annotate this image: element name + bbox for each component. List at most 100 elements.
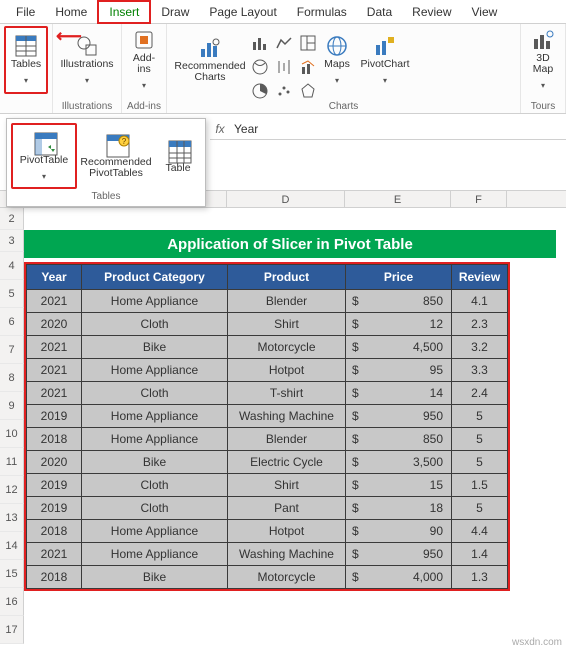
table-row[interactable]: 2018Home ApplianceBlender$8505	[27, 428, 508, 451]
row-header[interactable]: 15	[0, 560, 24, 588]
recommended-pivot-label: Recommended PivotTables	[80, 157, 151, 179]
radar-chart-icon[interactable]	[299, 82, 317, 100]
table-row[interactable]: 2019Home ApplianceWashing Machine$9505	[27, 405, 508, 428]
table-row[interactable]: 2020BikeElectric Cycle$3,5005	[27, 451, 508, 474]
group-tables: Tables	[0, 24, 53, 113]
row-header[interactable]: 2	[0, 208, 24, 230]
group-tours: 3D Map Tours	[521, 24, 566, 113]
fx-icon[interactable]: fx	[210, 122, 230, 136]
row-header[interactable]: 4	[0, 252, 24, 280]
recommended-pivottables-button[interactable]: ? Recommended PivotTables	[77, 123, 155, 189]
plain-table-icon	[167, 139, 189, 161]
ribbon-tabs: File Home Insert Draw Page Layout Formul…	[0, 0, 566, 24]
chevron-down-icon	[335, 72, 339, 86]
row-headers: 234567891011121314151617	[0, 208, 24, 644]
group-addins-label: Add-ins	[127, 100, 161, 113]
pivottable-icon	[33, 131, 55, 153]
table-row[interactable]: 2021Home ApplianceBlender$8504.1	[27, 290, 508, 313]
tables-dropdown-group-label: Tables	[11, 189, 201, 202]
maps-label: Maps	[324, 59, 350, 70]
pie-chart-icon[interactable]	[251, 82, 269, 100]
row-header[interactable]: 6	[0, 308, 24, 336]
row-header[interactable]: 3	[0, 230, 24, 252]
column-header[interactable]: Review	[452, 265, 508, 290]
row-header[interactable]: 13	[0, 504, 24, 532]
tables-button[interactable]: Tables	[4, 26, 48, 94]
column-header[interactable]: Year	[27, 265, 82, 290]
page-title: Application of Slicer in Pivot Table	[24, 230, 556, 258]
table-row[interactable]: 2021ClothT-shirt$142.4	[27, 382, 508, 405]
column-chart-icon[interactable]	[251, 34, 269, 52]
row-header[interactable]: 9	[0, 392, 24, 420]
row-header[interactable]: 11	[0, 448, 24, 476]
group-charts-label: Charts	[329, 100, 358, 113]
treemap-icon[interactable]	[299, 34, 317, 52]
group-tables-label	[25, 100, 28, 113]
tab-review[interactable]: Review	[402, 2, 461, 22]
3dmap-button[interactable]: 3D Map	[525, 26, 561, 94]
tab-view[interactable]: View	[462, 2, 508, 22]
tab-data[interactable]: Data	[357, 2, 402, 22]
row-header[interactable]: 16	[0, 588, 24, 616]
table-row[interactable]: 2019ClothPant$185	[27, 497, 508, 520]
pivottable-label: PivotTable	[20, 155, 68, 166]
chart-icon	[199, 37, 221, 59]
pivotchart-icon	[374, 35, 396, 57]
table-row[interactable]: 2021Home ApplianceWashing Machine$9501.4	[27, 543, 508, 566]
pivotchart-button[interactable]: PivotChart	[357, 26, 413, 94]
table-button[interactable]: Table	[155, 123, 201, 189]
illustrations-label: Illustrations	[60, 59, 113, 70]
tables-dropdown: PivotTable ? Recommended PivotTables Tab…	[6, 118, 206, 207]
tab-home[interactable]: Home	[45, 2, 97, 22]
tab-formulas[interactable]: Formulas	[287, 2, 357, 22]
tab-file[interactable]: File	[6, 2, 45, 22]
chevron-down-icon	[42, 168, 46, 182]
addins-icon	[133, 29, 155, 51]
map-chart-icon[interactable]	[251, 58, 269, 76]
chevron-down-icon	[383, 72, 387, 86]
chevron-down-icon	[541, 77, 545, 91]
tab-page-layout[interactable]: Page Layout	[199, 2, 286, 22]
table-row[interactable]: 2019ClothShirt$151.5	[27, 474, 508, 497]
tab-draw[interactable]: Draw	[151, 2, 199, 22]
3dmap-label: 3D Map	[533, 53, 553, 75]
table-row[interactable]: 2018BikeMotorcycle$4,0001.3	[27, 566, 508, 589]
tab-insert[interactable]: Insert	[97, 0, 151, 24]
group-addins: Add- ins Add-ins	[122, 24, 167, 113]
row-header[interactable]: 14	[0, 532, 24, 560]
col-f[interactable]: F	[451, 191, 507, 207]
chevron-down-icon	[24, 72, 28, 86]
table-row[interactable]: 2021Home ApplianceHotpot$953.3	[27, 359, 508, 382]
table-row[interactable]: 2018Home ApplianceHotpot$904.4	[27, 520, 508, 543]
scatter-chart-icon[interactable]	[275, 82, 293, 100]
svg-text:?: ?	[122, 137, 127, 146]
row-header[interactable]: 10	[0, 420, 24, 448]
row-header[interactable]: 17	[0, 616, 24, 644]
column-header[interactable]: Price	[346, 265, 452, 290]
pivotchart-label: PivotChart	[360, 59, 409, 70]
globe-icon	[326, 35, 348, 57]
line-chart-icon[interactable]	[275, 34, 293, 52]
col-d[interactable]: D	[227, 191, 345, 207]
illustrations-button[interactable]: Illustrations	[57, 26, 117, 94]
table-row[interactable]: 2020ClothShirt$122.3	[27, 313, 508, 336]
stock-chart-icon[interactable]	[275, 58, 293, 76]
column-header[interactable]: Product Category	[82, 265, 228, 290]
row-header[interactable]: 7	[0, 336, 24, 364]
pivottable-button[interactable]: PivotTable	[11, 123, 77, 189]
column-header[interactable]: Product	[228, 265, 346, 290]
row-header[interactable]: 12	[0, 476, 24, 504]
row-header[interactable]: 8	[0, 364, 24, 392]
chevron-down-icon	[85, 72, 89, 86]
shapes-icon	[76, 35, 98, 57]
formula-value[interactable]: Year	[230, 122, 566, 136]
addins-button[interactable]: Add- ins	[126, 26, 162, 94]
maps-button[interactable]: Maps	[319, 26, 355, 94]
addins-label: Add- ins	[133, 53, 155, 75]
recommended-charts-button[interactable]: Recommended Charts	[171, 26, 249, 94]
col-e[interactable]: E	[345, 191, 451, 207]
group-illustrations-label: Illustrations	[62, 100, 113, 113]
combo-chart-icon[interactable]	[299, 58, 317, 76]
row-header[interactable]: 5	[0, 280, 24, 308]
table-row[interactable]: 2021BikeMotorcycle$4,5003.2	[27, 336, 508, 359]
